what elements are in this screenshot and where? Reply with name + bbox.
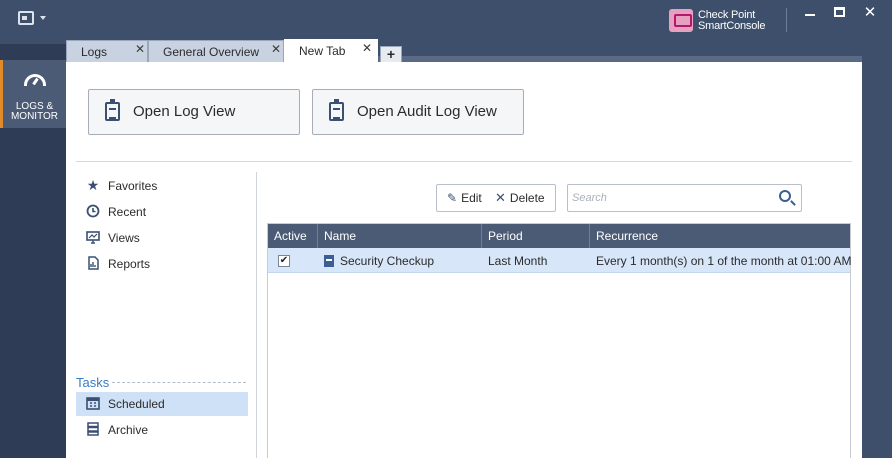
maximize-button[interactable] xyxy=(826,2,852,22)
delete-button[interactable]: ✕ Delete xyxy=(495,185,545,211)
app-menu-icon xyxy=(18,11,34,25)
tasks-heading: Tasks xyxy=(76,375,110,390)
tab-close-icon[interactable]: ✕ xyxy=(271,42,281,56)
active-cell: ✔ xyxy=(268,248,318,272)
sidebar-item-label: Reports xyxy=(108,257,151,271)
tasks-divider xyxy=(112,382,246,383)
tab-close-icon[interactable]: ✕ xyxy=(362,41,372,55)
calendar-icon xyxy=(86,396,100,410)
open-log-view-label: Open Log View xyxy=(133,103,236,120)
star-icon: ★ xyxy=(86,177,100,193)
close-icon: ✕ xyxy=(863,4,877,21)
sidebar-divider xyxy=(256,172,257,458)
tab-label: New Tab xyxy=(299,44,346,58)
brand-logo: Check Point SmartConsole xyxy=(669,8,777,34)
app-menu-button[interactable] xyxy=(18,9,50,27)
tab-label: Logs xyxy=(81,45,108,59)
task-name: Security Checkup xyxy=(340,254,435,268)
table-header: Active Name Period Recurrence xyxy=(268,224,850,248)
archive-icon xyxy=(86,422,100,436)
monitor-icon xyxy=(86,230,100,244)
task-toolbar: ✎ Edit ✕ Delete xyxy=(436,184,556,212)
pdf-report-icon xyxy=(324,255,334,267)
maximize-icon xyxy=(833,7,845,17)
column-header-name[interactable]: Name xyxy=(318,224,482,248)
sidebar-item-label: Archive xyxy=(108,423,149,437)
column-header-active[interactable]: Active xyxy=(268,224,318,248)
table-row[interactable]: ✔ Security Checkup Last Month Every 1 mo… xyxy=(268,248,852,273)
gauge-icon xyxy=(24,74,46,86)
sidebar-item-reports[interactable]: Reports xyxy=(80,252,248,276)
delete-icon: ✕ xyxy=(495,190,506,205)
product-name: SmartConsole xyxy=(698,20,766,32)
nav-logs-monitor[interactable]: LOGS & MONITOR xyxy=(0,60,66,128)
report-icon xyxy=(86,256,100,270)
search-box xyxy=(567,184,802,212)
edit-label: Edit xyxy=(461,191,482,205)
sidebar-item-label: Views xyxy=(108,231,140,245)
active-checkbox[interactable]: ✔ xyxy=(278,255,290,267)
title-separator xyxy=(786,8,787,32)
minimize-icon xyxy=(805,14,815,16)
title-bar: Check Point SmartConsole ✕ xyxy=(0,0,892,40)
open-log-view-button[interactable]: Open Log View xyxy=(88,89,300,135)
tab-general-overview[interactable]: General Overview ✕ xyxy=(148,40,284,62)
pencil-icon: ✎ xyxy=(447,191,458,205)
edit-button[interactable]: ✎ Edit xyxy=(447,185,482,211)
tab-logs[interactable]: Logs ✕ xyxy=(66,40,148,62)
clipboard-icon xyxy=(105,99,120,121)
sidebar-item-recent[interactable]: Recent xyxy=(80,200,248,224)
clipboard-icon xyxy=(329,99,344,121)
sidebar-item-archive[interactable]: Archive xyxy=(76,418,248,442)
column-header-period[interactable]: Period xyxy=(482,224,590,248)
open-audit-log-view-label: Open Audit Log View xyxy=(357,103,497,120)
divider xyxy=(76,161,852,162)
column-header-recurrence[interactable]: Recurrence xyxy=(590,224,850,248)
right-chrome xyxy=(862,62,892,458)
tab-close-icon[interactable]: ✕ xyxy=(135,42,145,56)
clock-icon xyxy=(86,204,100,218)
tab-new-tab[interactable]: New Tab ✕ xyxy=(284,39,378,62)
tab-label: General Overview xyxy=(163,45,260,59)
minimize-button[interactable] xyxy=(797,2,823,22)
open-audit-log-view-button[interactable]: Open Audit Log View xyxy=(312,89,524,135)
nav-logs-monitor-label: LOGS & MONITOR xyxy=(10,101,59,122)
left-nav: LOGS & MONITOR xyxy=(0,44,66,458)
sidebar-item-label: Recent xyxy=(108,205,147,219)
period-cell: Last Month xyxy=(488,254,548,268)
main-panel: Open Log View Open Audit Log View ★ Favo… xyxy=(66,62,862,458)
close-button[interactable]: ✕ xyxy=(857,2,883,22)
sidebar-item-label: Favorites xyxy=(108,179,158,193)
sidebar-item-label: Scheduled xyxy=(108,397,165,411)
chevron-down-icon xyxy=(40,16,46,20)
search-icon[interactable] xyxy=(779,190,791,202)
checkpoint-logo-icon xyxy=(669,9,693,32)
sidebar-item-favorites[interactable]: ★ Favorites xyxy=(80,174,248,198)
recurrence-cell: Every 1 month(s) on 1 of the month at 01… xyxy=(596,254,852,268)
search-input[interactable] xyxy=(570,187,770,209)
scheduled-tasks-table: Active Name Period Recurrence ✔ Security… xyxy=(267,223,851,458)
add-tab-button[interactable]: + xyxy=(380,46,402,62)
sidebar-item-scheduled[interactable]: Scheduled xyxy=(76,392,248,416)
name-cell: Security Checkup xyxy=(318,248,482,272)
sidebar-item-views[interactable]: Views xyxy=(80,226,248,250)
delete-label: Delete xyxy=(509,191,545,205)
